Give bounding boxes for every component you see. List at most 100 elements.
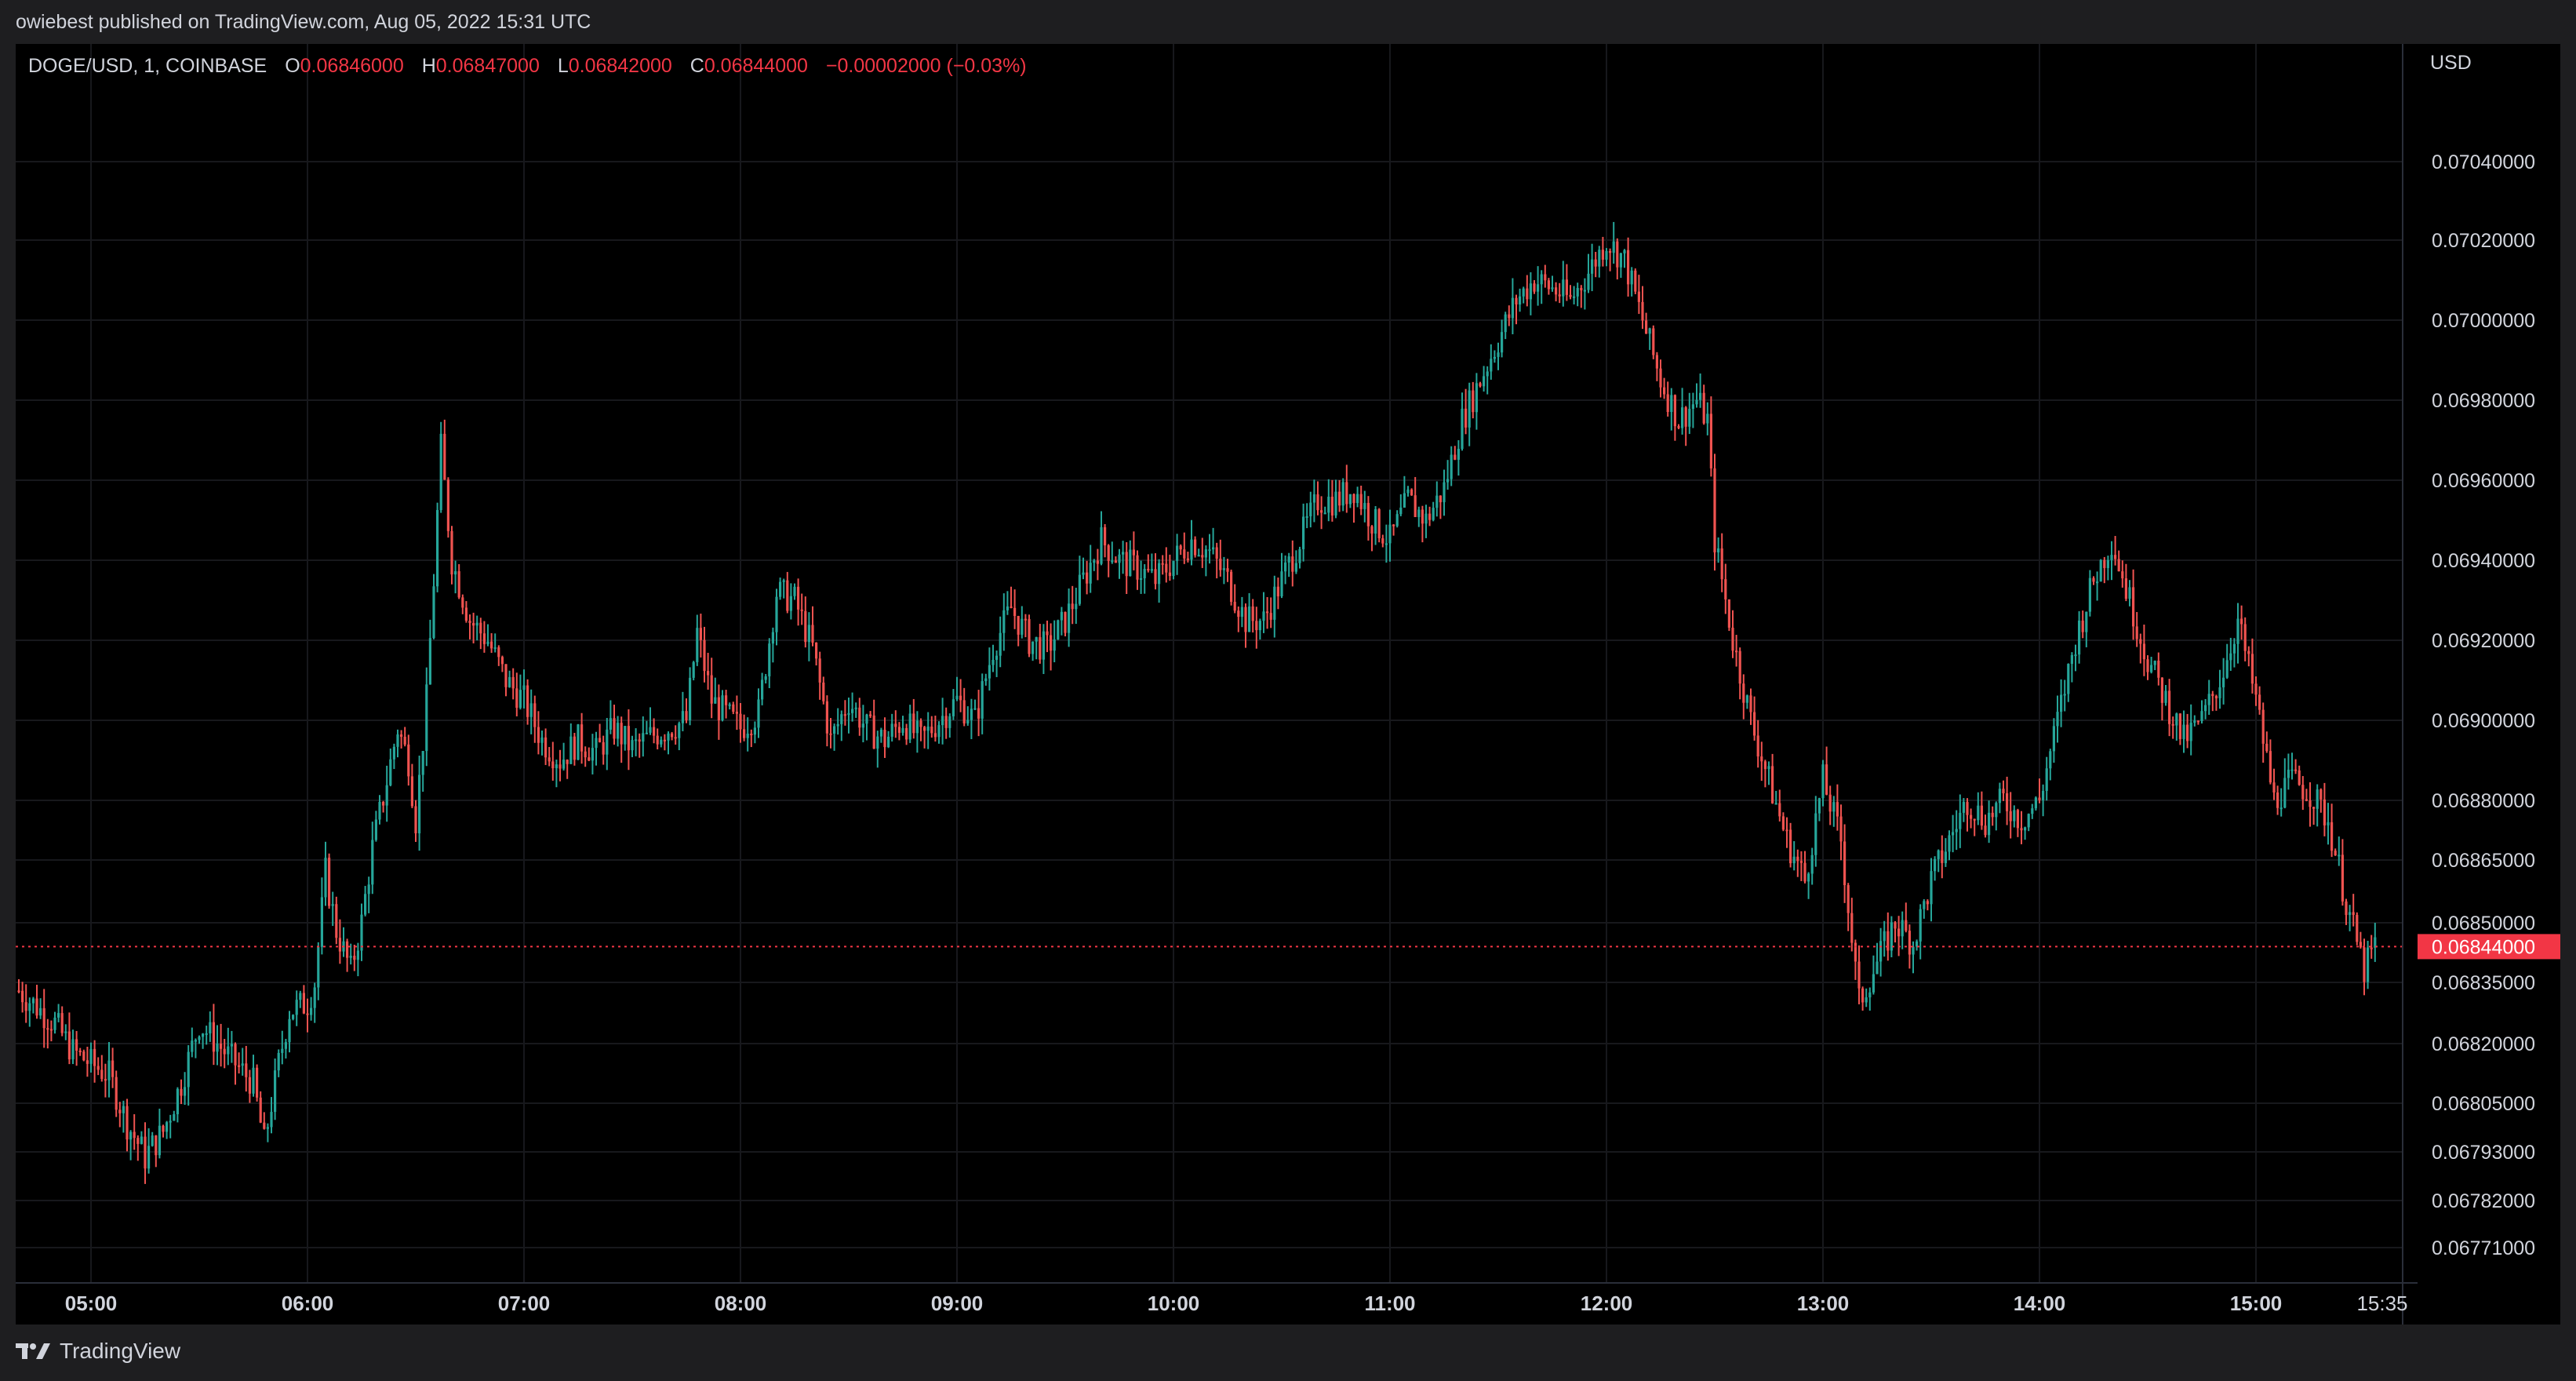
candle-body bbox=[1136, 555, 1139, 580]
candle-body bbox=[1421, 509, 1424, 524]
candle-body bbox=[999, 632, 1002, 656]
candle-body bbox=[2312, 807, 2316, 809]
candle-body bbox=[288, 1018, 291, 1043]
candle-body bbox=[1562, 279, 1565, 297]
candle-body bbox=[60, 1013, 64, 1033]
candle-body bbox=[1064, 611, 1067, 633]
candle-body bbox=[2020, 828, 2023, 831]
close-value: 0.06844000 bbox=[704, 55, 808, 77]
price-tick-label: 0.06782000 bbox=[2432, 1190, 2535, 1212]
candle-body bbox=[2301, 785, 2305, 800]
candle-body bbox=[1937, 850, 1940, 859]
candle-body bbox=[187, 1051, 190, 1088]
candle-body bbox=[1490, 359, 1493, 372]
candle-body bbox=[645, 732, 648, 734]
candle-body bbox=[1486, 371, 1489, 377]
candle-body bbox=[1753, 712, 1756, 736]
candle-body bbox=[1323, 512, 1326, 515]
candle-body bbox=[2243, 624, 2247, 651]
candle-body bbox=[328, 858, 331, 906]
candle-body bbox=[2009, 811, 2012, 822]
candle-body bbox=[457, 570, 460, 598]
candle-body bbox=[518, 690, 522, 709]
candle-body bbox=[1792, 856, 1796, 864]
candle-body bbox=[2103, 559, 2106, 568]
candle-body bbox=[1897, 928, 1901, 937]
candle-body bbox=[371, 840, 374, 885]
candle-body bbox=[602, 742, 605, 755]
candle-body bbox=[2178, 713, 2181, 739]
candle-body bbox=[1828, 794, 1832, 812]
candle-body bbox=[2204, 705, 2207, 712]
candle-body bbox=[2146, 659, 2149, 672]
candle-body bbox=[2222, 677, 2225, 687]
candle-body bbox=[1876, 961, 1879, 975]
candle-body bbox=[1410, 489, 1414, 496]
candle-body bbox=[475, 622, 478, 626]
candle-body bbox=[836, 723, 839, 727]
candle-body bbox=[57, 1013, 60, 1018]
candle-body bbox=[1388, 524, 1392, 544]
candle-body bbox=[2236, 618, 2239, 644]
candle-body bbox=[1984, 825, 1987, 836]
candle-body bbox=[2341, 854, 2344, 902]
candle-body bbox=[400, 734, 403, 737]
candle-body bbox=[230, 1044, 233, 1047]
candle-body bbox=[915, 720, 919, 734]
candle-body bbox=[1161, 563, 1164, 565]
candle-body bbox=[1298, 548, 1301, 563]
candle-body bbox=[42, 1008, 45, 1029]
candle-body bbox=[1432, 508, 1435, 520]
candle-body bbox=[739, 713, 742, 730]
candle-body bbox=[1363, 503, 1366, 509]
candle-body bbox=[1565, 279, 1568, 295]
candle-body bbox=[2319, 789, 2323, 800]
candle-body bbox=[529, 703, 533, 717]
candle-body bbox=[147, 1146, 151, 1169]
candle-body bbox=[1774, 803, 1777, 805]
candle-body bbox=[707, 671, 710, 676]
candle-body bbox=[1013, 607, 1017, 617]
candle-body bbox=[2121, 571, 2124, 579]
candle-body bbox=[2196, 720, 2199, 723]
candle-body bbox=[811, 625, 814, 643]
candle-body bbox=[1053, 639, 1056, 651]
price-tick-label: 0.07040000 bbox=[2432, 151, 2535, 173]
price-tick-label: 0.06900000 bbox=[2432, 710, 2535, 732]
candle-body bbox=[320, 897, 323, 947]
candle-body bbox=[100, 1069, 104, 1080]
candle-body bbox=[599, 738, 602, 742]
candle-body bbox=[1919, 909, 1922, 942]
candle-body bbox=[2214, 696, 2218, 698]
candle-body bbox=[800, 609, 803, 611]
price-axis[interactable]: 0.07040000 0.07020000 0.07000000 0.06980000… bbox=[2402, 44, 2560, 1325]
candle-body bbox=[786, 580, 789, 611]
candle-body bbox=[1320, 510, 1323, 513]
price-plot[interactable] bbox=[16, 44, 2418, 1282]
candle-body bbox=[1168, 572, 1171, 577]
candle-body bbox=[2367, 947, 2370, 982]
candle-body bbox=[1316, 494, 1319, 511]
candle-body bbox=[562, 760, 566, 769]
candle-body bbox=[1435, 495, 1439, 508]
chart-panel[interactable] bbox=[16, 44, 2418, 1325]
candle-body bbox=[941, 716, 944, 726]
price-tick-label: 0.06960000 bbox=[2432, 470, 2535, 492]
candle-body bbox=[468, 621, 471, 624]
time-axis[interactable]: 05:00 06:00 07:00 08:00 09:00 10:00 11:00 12:00… bbox=[16, 1284, 2418, 1325]
candle-body bbox=[2160, 677, 2163, 703]
candle-body bbox=[96, 1066, 100, 1070]
candle-body bbox=[1468, 390, 1471, 428]
candle-body bbox=[111, 1060, 115, 1077]
candle-body bbox=[414, 806, 417, 834]
tradingview-branding[interactable]: TradingView bbox=[16, 1339, 180, 1364]
candle-body bbox=[2135, 626, 2138, 639]
time-tick-label: 08:00 bbox=[715, 1292, 767, 1315]
candle-body bbox=[396, 734, 399, 747]
candle-body bbox=[1778, 803, 1781, 817]
candle-body bbox=[548, 757, 551, 762]
candle-body bbox=[678, 723, 681, 738]
candle-body bbox=[1551, 287, 1554, 290]
candle-body bbox=[1941, 850, 1944, 863]
candle-body bbox=[1681, 407, 1684, 428]
